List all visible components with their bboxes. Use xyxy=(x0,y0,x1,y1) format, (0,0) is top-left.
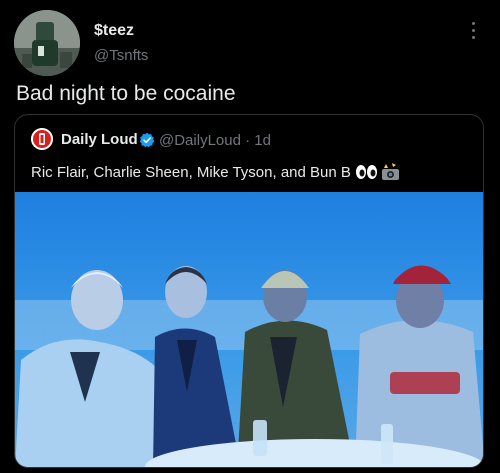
author-name[interactable]: $teez xyxy=(94,22,134,40)
more-options-icon[interactable] xyxy=(470,22,476,42)
quoted-tweet-text: Ric Flair, Charlie Sheen, Mike Tyson, an… xyxy=(31,164,351,181)
quoted-tweet-card[interactable]: Daily Loud @DailyLoud · 1d Ric Flair, Ch… xyxy=(14,114,484,468)
meta-separator: · xyxy=(245,132,251,149)
quoted-author-name[interactable]: Daily Loud xyxy=(61,131,138,148)
quoted-timestamp[interactable]: 1d xyxy=(254,132,271,149)
avatar-image xyxy=(14,10,80,76)
group-photo-image xyxy=(15,192,483,467)
quoted-tweet-photo[interactable] xyxy=(15,192,483,467)
verified-badge-icon xyxy=(139,132,155,148)
author-handle[interactable]: @Tsnfts xyxy=(94,47,148,64)
quoted-author-avatar[interactable] xyxy=(31,128,53,150)
avatar[interactable] xyxy=(14,10,80,76)
eyes-emoji-icon xyxy=(356,163,399,180)
camera-flash-emoji-icon xyxy=(382,163,399,180)
quoted-meta: @DailyLoud · 1d xyxy=(159,132,271,149)
quoted-author-handle[interactable]: @DailyLoud xyxy=(159,132,241,149)
tweet-text: Bad night to be cocaine xyxy=(16,82,236,105)
daily-loud-logo-icon xyxy=(31,128,53,150)
